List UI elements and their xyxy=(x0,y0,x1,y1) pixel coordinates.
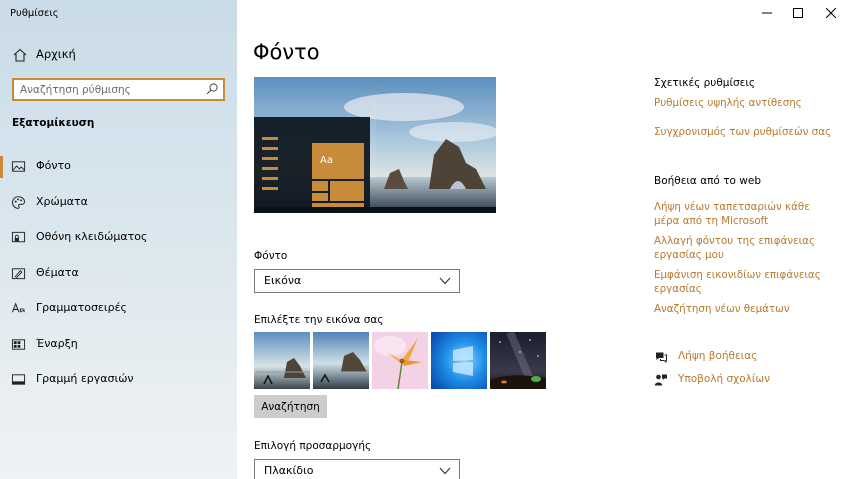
sidebar-item-label: Έναρξη xyxy=(36,336,78,350)
palette-icon xyxy=(12,195,25,209)
sidebar-item-label: Φόντο xyxy=(36,159,71,172)
sidebar-item-label: Οθόνη κλειδώματος xyxy=(36,230,148,243)
background-dropdown[interactable]: Εικόνα xyxy=(254,269,460,293)
sidebar-item-label: Χρώματα xyxy=(36,194,88,208)
fonts-icon xyxy=(11,302,25,313)
daily-wallpapers-link[interactable]: Λήψη νέων ταπετσαριών κάθε μέρα από τη M… xyxy=(654,200,834,228)
chevron-down-icon xyxy=(439,467,451,475)
minimize-icon xyxy=(762,12,772,14)
fit-dropdown[interactable]: Πλακίδιο xyxy=(254,459,460,479)
fit-label: Επιλογή προσαρμογής xyxy=(254,440,372,452)
settings-search-box[interactable] xyxy=(12,78,225,101)
home-label: Αρχική xyxy=(36,47,76,61)
web-help-heading: Βοήθεια από το web xyxy=(654,175,761,187)
background-label: Φόντο xyxy=(254,250,288,262)
sidebar-item-label: Γραμμή εργασιών xyxy=(36,372,134,385)
picture-thumbnail[interactable] xyxy=(431,332,487,389)
sidebar-item-label: Θέματα xyxy=(36,265,79,279)
maximize-button[interactable] xyxy=(781,0,815,26)
get-help-link[interactable]: Λήψη βοήθειας xyxy=(678,350,757,362)
home-nav-item[interactable]: Αρχική xyxy=(0,41,237,69)
minimize-button[interactable] xyxy=(750,0,784,26)
lock-screen-icon xyxy=(11,231,26,243)
picture-thumbnail[interactable] xyxy=(254,332,310,389)
sidebar-item-label: Γραμματοσειρές xyxy=(36,301,127,314)
page-title: Φόντο xyxy=(253,40,320,64)
change-background-link[interactable]: Αλλαγή φόντου της επιφάνειας εργασίας μο… xyxy=(654,234,834,262)
feedback-link[interactable]: Υποβολή σχολίων xyxy=(678,373,770,385)
chat-help-icon xyxy=(656,352,667,363)
choose-picture-label: Επιλέξτε την εικόνα σας xyxy=(254,314,384,326)
picture-icon xyxy=(11,161,26,172)
nav-list: Φόντο Χρώματα Οθόνη κλειδώματος Θέματα Γ… xyxy=(0,152,237,401)
fit-dropdown-value: Πλακίδιο xyxy=(264,464,314,477)
app-title: Ρυθμίσεις xyxy=(10,8,59,19)
chevron-down-icon xyxy=(439,277,451,285)
sidebar-item-taskbar[interactable]: Γραμμή εργασιών xyxy=(0,365,237,401)
sidebar-item-lock-screen[interactable]: Οθόνη κλειδώματος xyxy=(0,223,237,259)
high-contrast-link[interactable]: Ρυθμίσεις υψηλής αντίθεσης xyxy=(654,96,834,110)
picture-thumbnail[interactable] xyxy=(490,332,546,389)
new-themes-link[interactable]: Αναζήτηση νέων θεμάτων xyxy=(654,302,834,316)
background-dropdown-value: Εικόνα xyxy=(264,274,302,287)
browse-button[interactable]: Αναζήτηση xyxy=(254,395,327,418)
preview-image: Aa xyxy=(254,77,496,213)
maximize-icon xyxy=(793,8,803,18)
sync-settings-link[interactable]: Συγχρονισμός των ρυθμίσεών σας xyxy=(654,125,834,139)
sidebar-item-themes[interactable]: Θέματα xyxy=(0,259,237,295)
sidebar: Ρυθμίσεις Αρχική Εξατομίκευση Φόντο Χρ xyxy=(0,0,237,479)
sidebar-item-background[interactable]: Φόντο xyxy=(0,152,237,188)
themes-icon xyxy=(11,267,26,279)
search-input[interactable] xyxy=(20,81,200,98)
related-settings-heading: Σχετικές ρυθμίσεις xyxy=(654,77,756,89)
sidebar-item-colors[interactable]: Χρώματα xyxy=(0,188,237,224)
close-icon xyxy=(826,8,836,18)
taskbar-icon xyxy=(11,374,26,385)
start-icon xyxy=(11,338,26,350)
sidebar-item-start[interactable]: Έναρξη xyxy=(0,330,237,366)
search-icon[interactable] xyxy=(205,82,219,96)
home-icon xyxy=(13,48,27,62)
desktop-icons-link[interactable]: Εμφάνιση εικονιδίων επιφάνειας εργασίας xyxy=(654,268,834,296)
picture-thumbnail[interactable] xyxy=(313,332,369,389)
picture-thumbnail[interactable] xyxy=(372,332,428,389)
section-label: Εξατομίκευση xyxy=(12,117,95,129)
sidebar-item-fonts[interactable]: Γραμματοσειρές xyxy=(0,294,237,330)
feedback-icon xyxy=(654,374,667,386)
background-preview: Aa xyxy=(254,77,496,213)
close-button[interactable] xyxy=(814,0,848,26)
preview-tile-label: Aa xyxy=(320,155,333,166)
